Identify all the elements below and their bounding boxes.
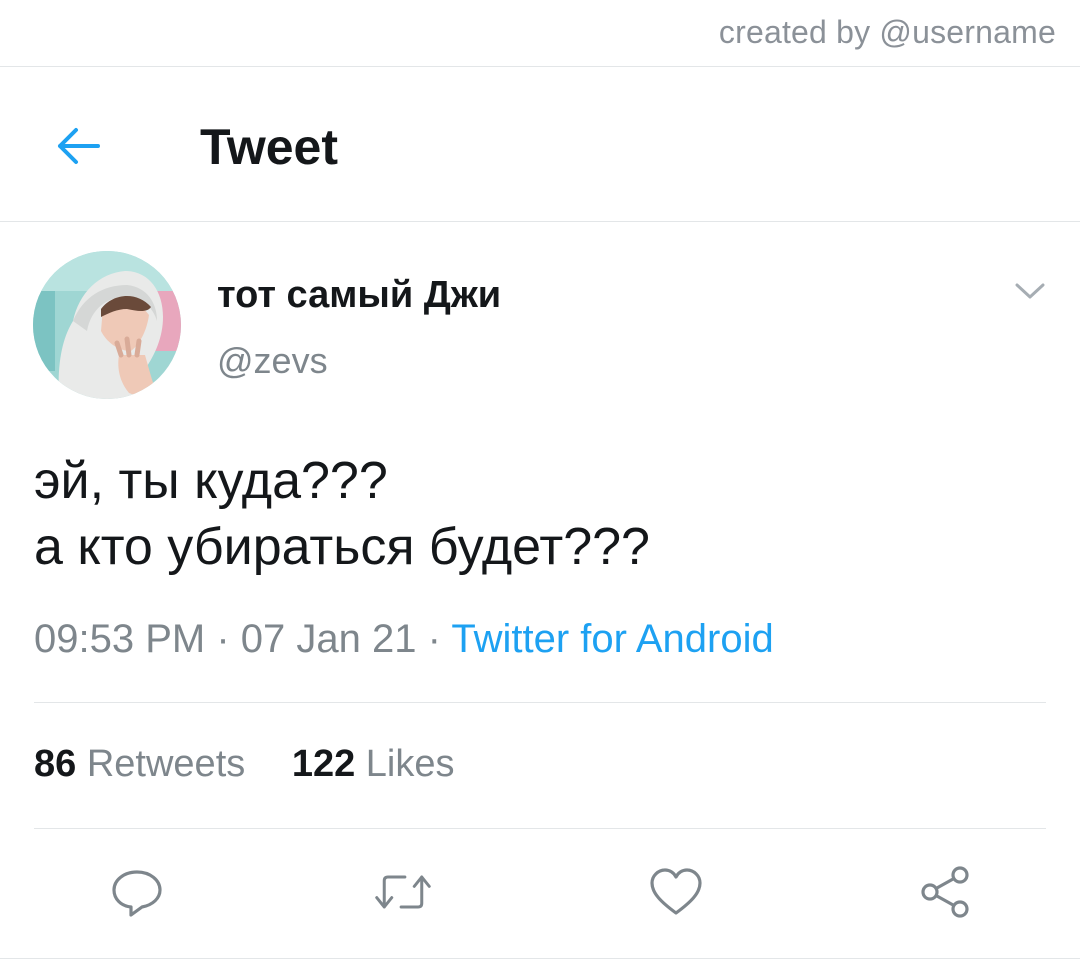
tweet-time: 09:53 PM bbox=[34, 617, 206, 661]
tweet-menu-button[interactable] bbox=[1010, 274, 1050, 308]
tweet-date: 07 Jan 21 bbox=[240, 617, 417, 661]
heart-icon bbox=[650, 868, 702, 915]
like-button[interactable] bbox=[646, 862, 706, 922]
tweet-stats: 86 Retweets 122 Likes bbox=[34, 743, 455, 786]
header-divider bbox=[0, 221, 1080, 222]
avatar-image bbox=[33, 251, 181, 399]
reply-button[interactable] bbox=[107, 862, 167, 922]
share-icon bbox=[921, 866, 969, 918]
reply-icon bbox=[112, 870, 162, 917]
retweet-icon bbox=[375, 875, 431, 909]
back-button[interactable] bbox=[48, 118, 108, 174]
likes-stat[interactable]: 122 Likes bbox=[292, 743, 455, 786]
top-divider bbox=[0, 66, 1080, 67]
author-display-name[interactable]: тот самый Джи bbox=[217, 274, 501, 317]
likes-count: 122 bbox=[291, 743, 356, 785]
tweet-meta: 09:53 PM · 07 Jan 21 · Twitter for Andro… bbox=[34, 617, 774, 662]
meta-separator: · bbox=[427, 617, 441, 661]
tweet-text: эй, ты куда??? а кто убираться будет??? bbox=[34, 448, 1046, 580]
stats-divider bbox=[34, 828, 1046, 829]
tweet-source-link[interactable]: Twitter for Android bbox=[451, 617, 773, 661]
retweets-count: 86 bbox=[34, 743, 77, 785]
watermark-credit: created by @username bbox=[718, 14, 1056, 50]
avatar[interactable] bbox=[33, 251, 181, 399]
author-handle[interactable]: @zevs bbox=[217, 340, 328, 382]
tweet-text-line: а кто убираться будет??? bbox=[34, 518, 650, 576]
share-button[interactable] bbox=[915, 862, 975, 922]
page-title: Tweet bbox=[200, 119, 338, 175]
retweets-label: Retweets bbox=[86, 743, 246, 785]
meta-divider bbox=[34, 702, 1046, 703]
chevron-down-icon bbox=[1015, 283, 1045, 299]
retweets-stat[interactable]: 86 Retweets bbox=[34, 743, 245, 786]
tweet-text-line: эй, ты куда??? bbox=[34, 452, 388, 510]
meta-separator: · bbox=[216, 617, 230, 661]
arrow-left-icon bbox=[58, 128, 100, 164]
likes-label: Likes bbox=[365, 743, 455, 785]
retweet-button[interactable] bbox=[373, 862, 433, 922]
bottom-divider bbox=[0, 958, 1080, 959]
